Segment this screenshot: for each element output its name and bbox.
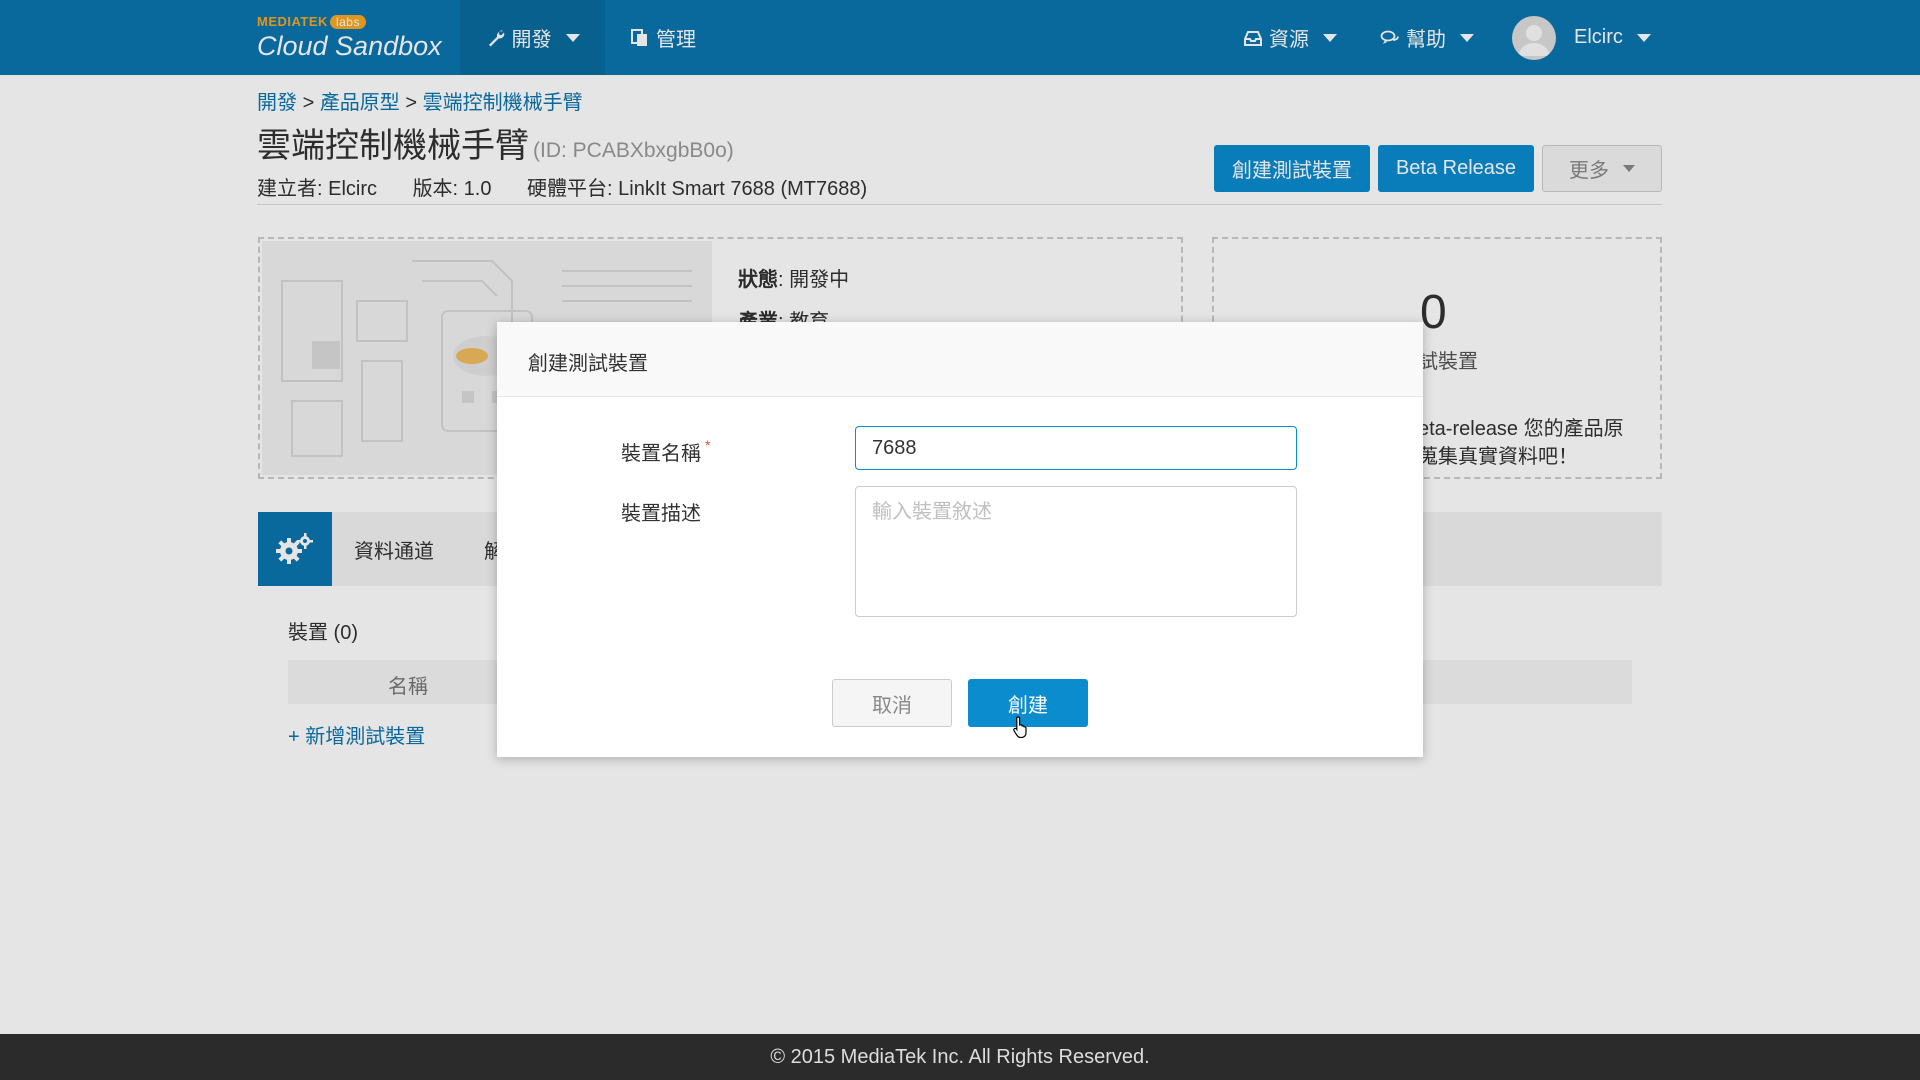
modal-header: 創建測試裝置 xyxy=(497,322,1423,397)
device-name-label-text: 裝置名稱 xyxy=(621,443,701,465)
cursor-icon xyxy=(1013,716,1027,738)
device-description-input[interactable] xyxy=(855,486,1297,617)
device-name-input[interactable] xyxy=(855,426,1297,470)
create-test-device-modal: 創建測試裝置 裝置名稱* 裝置描述 取消 創建 xyxy=(497,322,1423,757)
cancel-button[interactable]: 取消 xyxy=(832,679,952,727)
device-description-label: 裝置描述 xyxy=(621,503,701,525)
modal-title: 創建測試裝置 xyxy=(528,353,648,375)
footer: © 2015 MediaTek Inc. All Rights Reserved… xyxy=(0,1034,1920,1080)
required-mark: * xyxy=(705,437,711,453)
copyright: © 2015 MediaTek Inc. All Rights Reserved… xyxy=(770,1045,1150,1068)
device-name-label: 裝置名稱 * xyxy=(621,437,710,466)
